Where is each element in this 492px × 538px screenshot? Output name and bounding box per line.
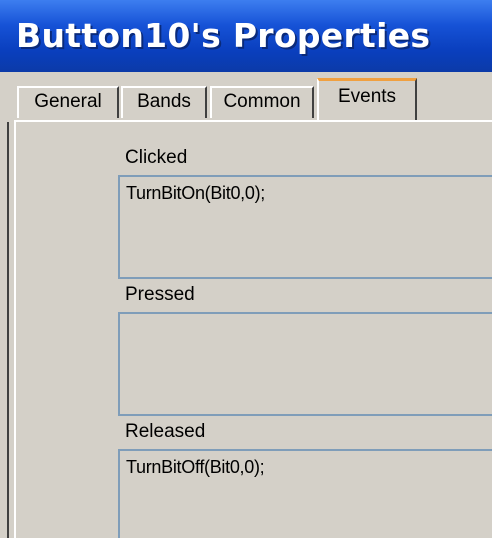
properties-dialog: Button10's Properties General Bands Comm… (0, 0, 492, 538)
tab-strip: General Bands Common Events (0, 72, 492, 122)
pressed-script-field[interactable] (118, 312, 492, 416)
tab-divider (14, 120, 492, 122)
clicked-label: Clicked (125, 147, 188, 168)
tab-general[interactable]: General (17, 86, 119, 118)
released-script-field[interactable]: TurnBitOff(Bit0,0); (118, 449, 492, 538)
tab-common[interactable]: Common (210, 86, 314, 118)
released-label: Released (125, 421, 206, 442)
pressed-label: Pressed (125, 284, 195, 305)
tab-events[interactable]: Events (317, 78, 417, 120)
clicked-script-field[interactable]: TurnBitOn(Bit0,0); (118, 175, 492, 279)
dialog-left-edge (7, 122, 9, 538)
tab-bands[interactable]: Bands (121, 86, 207, 118)
window-title: Button10's Properties (16, 16, 431, 55)
title-bar[interactable]: Button10's Properties (0, 0, 492, 72)
